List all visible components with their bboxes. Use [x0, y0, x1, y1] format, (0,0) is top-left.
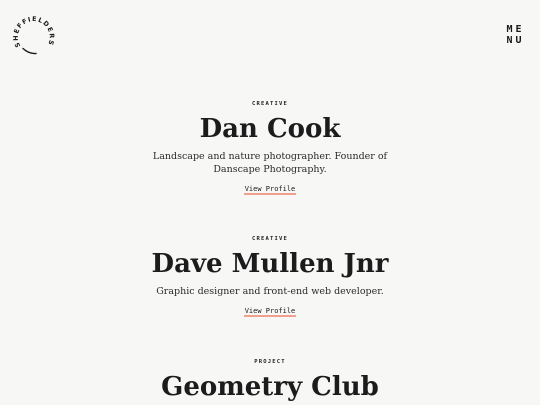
entry-description: Graphic designer and front-end web devel…	[156, 286, 384, 297]
entry-category-label: PROJECT	[254, 359, 286, 365]
entry-category-label: CREATIVE	[251, 101, 289, 107]
sheffielders-logo-mark: SHEFFIELDERS	[12, 15, 56, 55]
entry-description: Landscape and nature photographer. Found…	[152, 151, 388, 175]
entry-name-heading[interactable]: Dave Mullen Jnr	[0, 248, 540, 280]
view-profile-link[interactable]: View Profile	[243, 307, 297, 317]
menu-label-line-1: ME	[506, 24, 525, 35]
entry-name-heading[interactable]: Geometry Club	[0, 371, 540, 403]
logo-text: SHEFFIELDERS	[12, 15, 55, 49]
sheffielders-logo[interactable]: SHEFFIELDERS	[12, 15, 56, 59]
menu-label-line-2: NU	[506, 35, 525, 46]
view-profile-link[interactable]: View Profile	[243, 185, 297, 195]
entry-name-heading[interactable]: Dan Cook	[0, 113, 540, 145]
logo-smile-mark	[22, 47, 37, 55]
directory-entry: CREATIVE Dan Cook Landscape and nature p…	[0, 101, 540, 195]
svg-text:SHEFFIELDERS: SHEFFIELDERS	[12, 15, 56, 49]
directory-entry: PROJECT Geometry Club	[0, 359, 540, 403]
entry-category-label: CREATIVE	[251, 236, 289, 242]
directory-entry: CREATIVE Dave Mullen Jnr Graphic designe…	[0, 236, 540, 317]
menu-button[interactable]: ME NU	[504, 24, 524, 46]
